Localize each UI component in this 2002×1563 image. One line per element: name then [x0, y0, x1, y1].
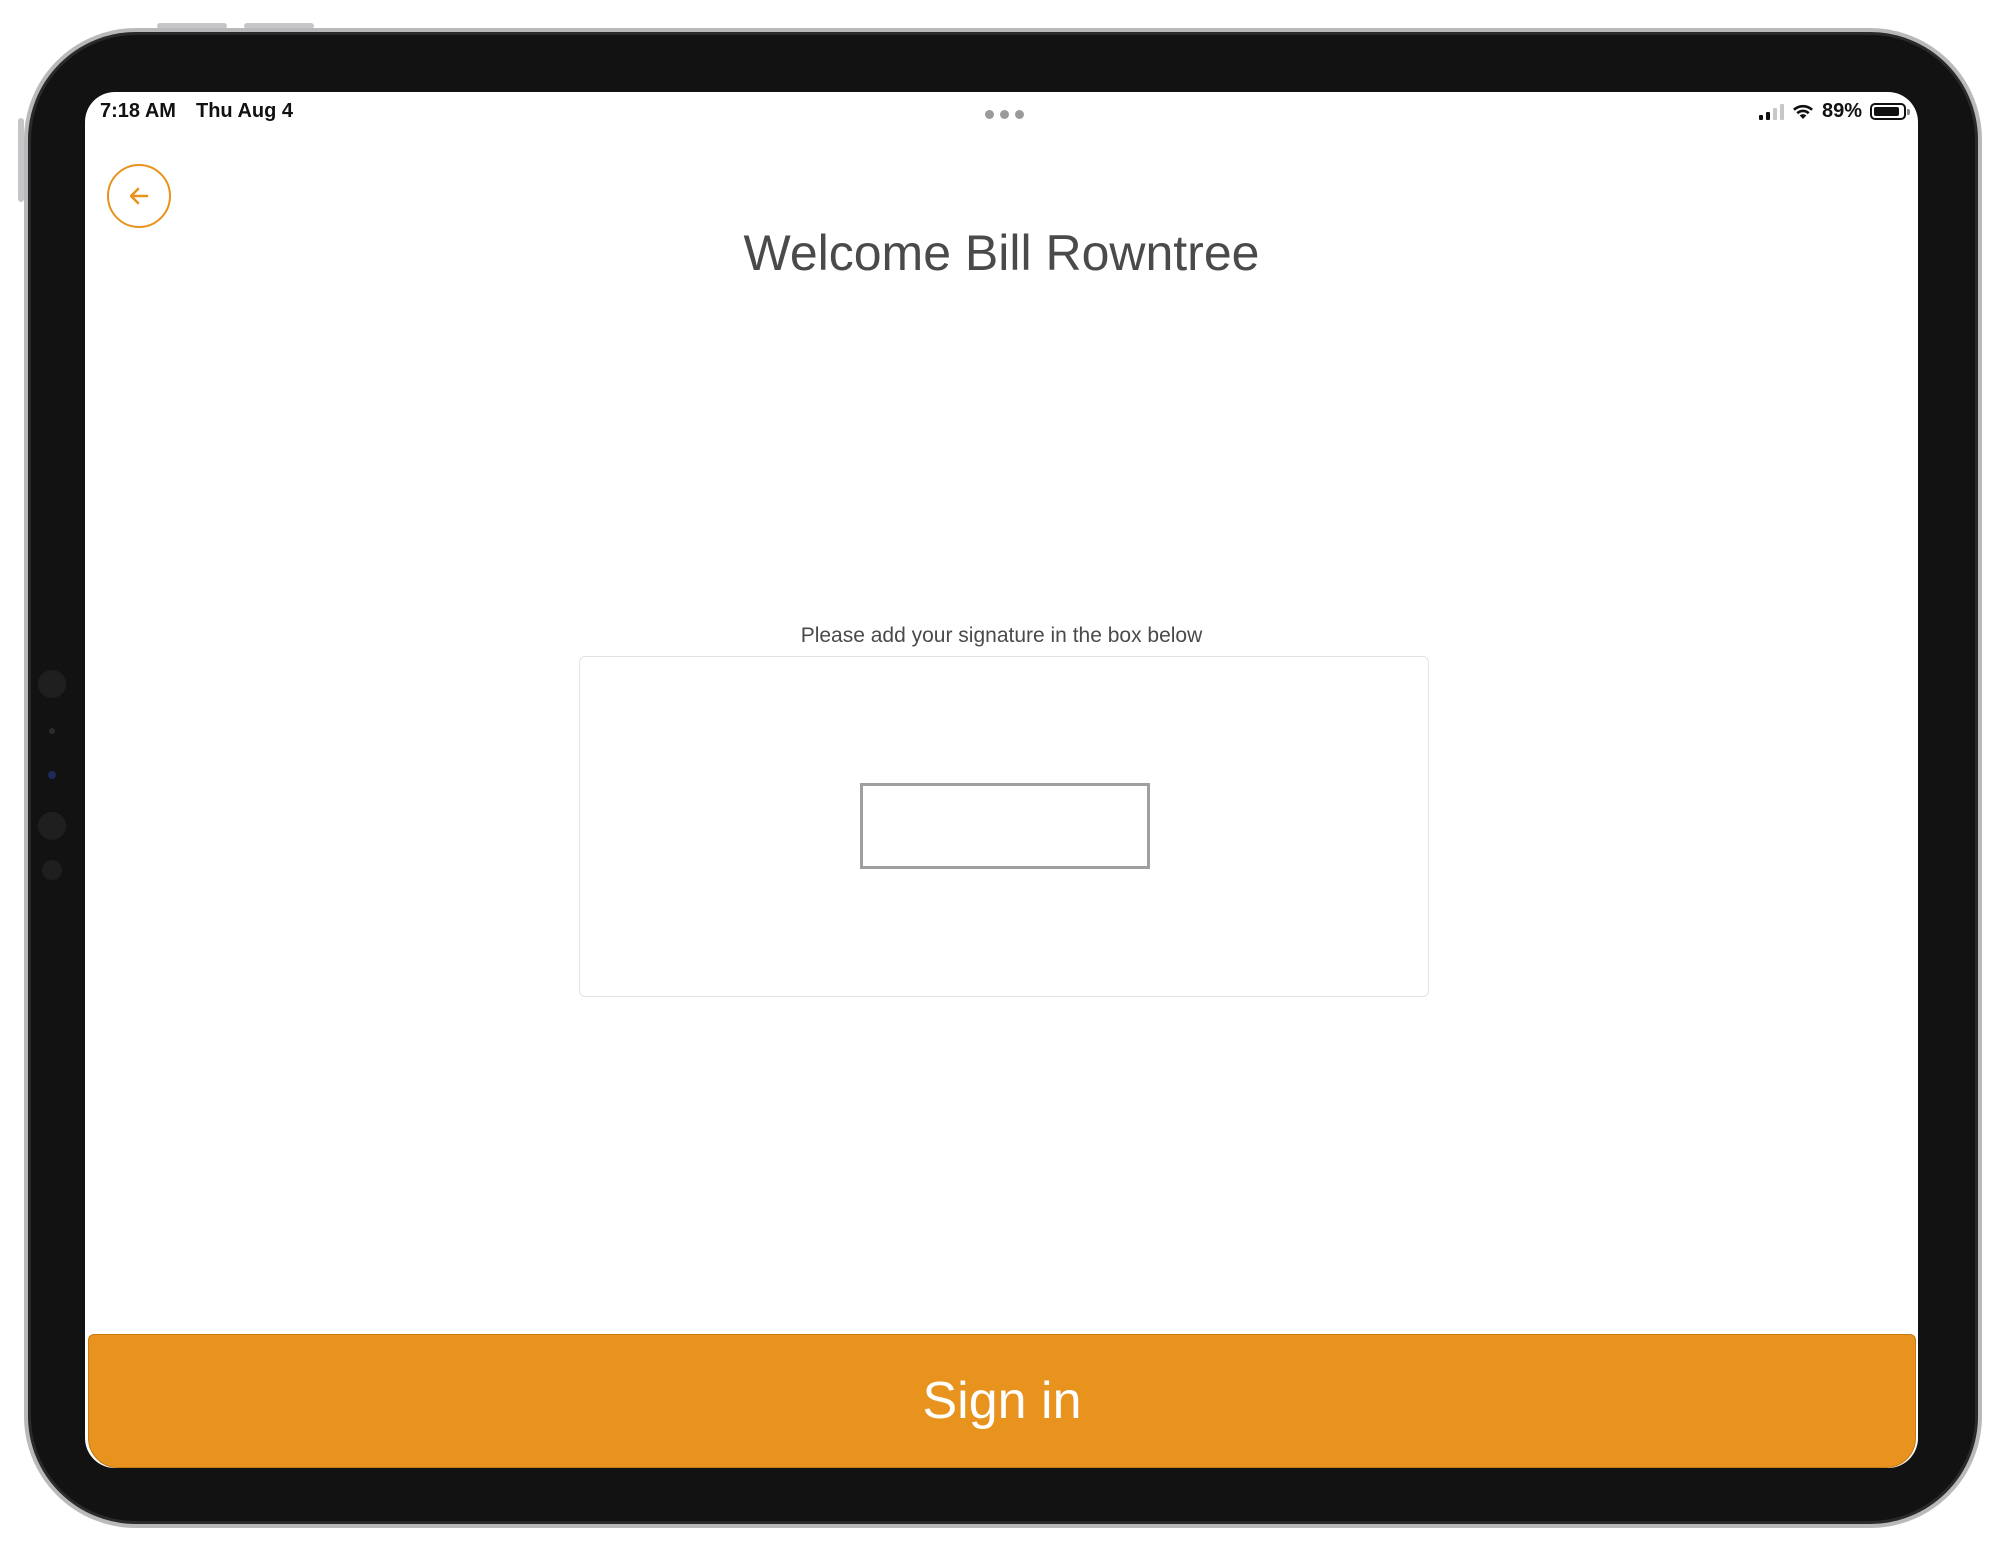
arrow-left-icon — [129, 187, 149, 205]
wifi-icon — [1792, 104, 1813, 119]
proximity-sensor — [42, 860, 62, 880]
signature-placeholder-box — [860, 783, 1150, 869]
multitasking-menu-icon[interactable] — [985, 110, 1024, 119]
status-indicators: 89% — [1758, 100, 1910, 123]
face-id-sensor — [38, 812, 66, 840]
page-title: Welcome Bill Rowntree — [743, 225, 1260, 281]
ambient-sensor — [49, 728, 55, 734]
battery-percent: 89% — [1821, 100, 1862, 122]
camera-sensor — [38, 670, 66, 698]
sign-in-button[interactable]: Sign in — [88, 1334, 1916, 1468]
cellular-signal-icon — [1758, 103, 1784, 120]
signature-pad[interactable] — [579, 656, 1429, 997]
status-date: Thu Aug 4 — [196, 100, 294, 122]
power-hardware-button — [18, 118, 24, 202]
app-screen: 7:18 AM Thu Aug 4 89% Welcome Bill Rownt… — [85, 92, 1918, 1468]
battery-icon — [1870, 103, 1910, 120]
signature-instruction: Please add your signature in the box bel… — [800, 624, 1203, 647]
status-time: 7:18 AM — [100, 100, 176, 122]
front-camera-lens — [48, 771, 56, 779]
status-bar: 7:18 AM Thu Aug 4 89% — [85, 92, 1918, 132]
screenshot-canvas: 7:18 AM Thu Aug 4 89% Welcome Bill Rownt… — [0, 0, 2002, 1563]
back-button[interactable] — [107, 164, 171, 228]
